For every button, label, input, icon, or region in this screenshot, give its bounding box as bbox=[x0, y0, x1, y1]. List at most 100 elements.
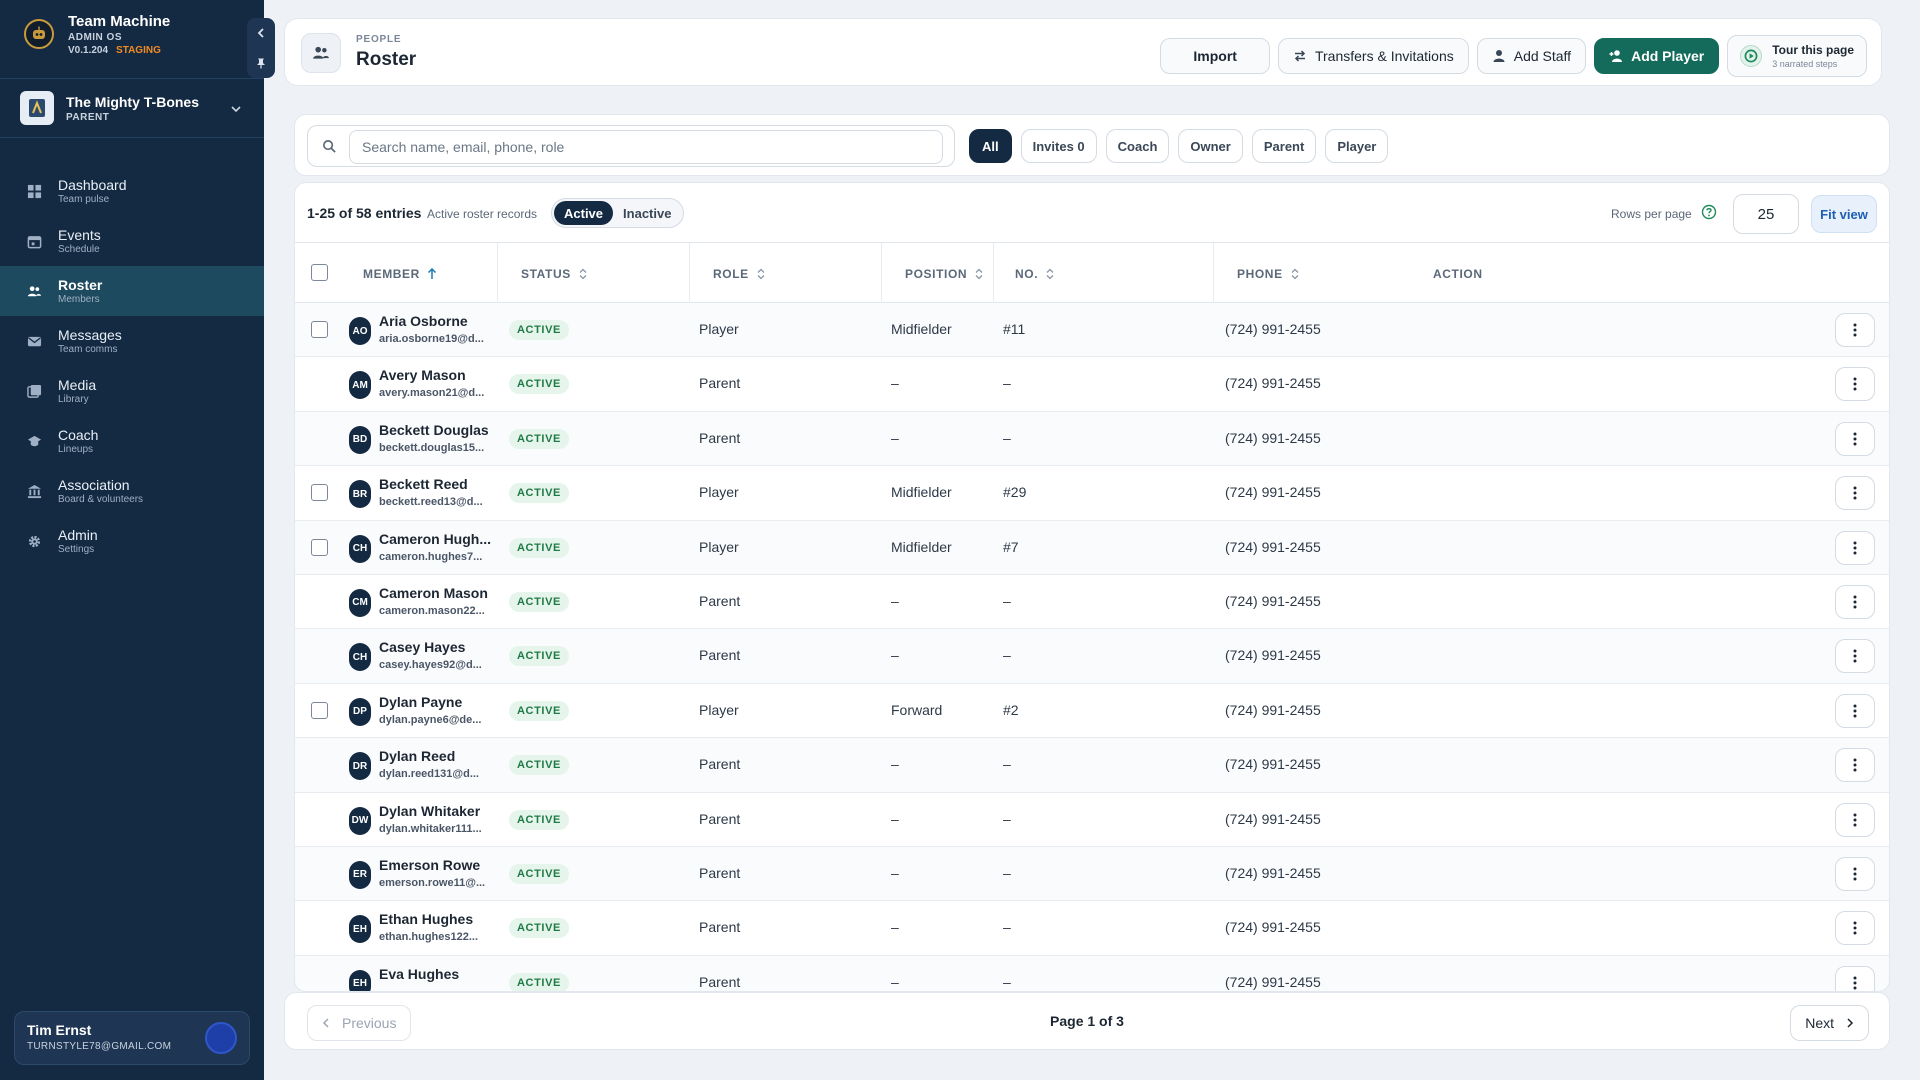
sidebar-item-dashboard[interactable]: Dashboard Team pulse bbox=[0, 166, 264, 216]
sidebar-item-association[interactable]: Association Board & volunteers bbox=[0, 466, 264, 516]
member-name[interactable]: Dylan Payne bbox=[379, 694, 462, 710]
member-name[interactable]: Beckett Douglas bbox=[379, 422, 489, 438]
table-row[interactable]: EH Ethan Hughes ethan.hughes122... ACTIVE Pa… bbox=[295, 901, 1889, 956]
table-row[interactable]: BD Beckett Douglas beckett.douglas15... ACT… bbox=[295, 411, 1889, 467]
row-actions-button[interactable] bbox=[1835, 584, 1875, 619]
toggle-inactive[interactable]: Inactive bbox=[613, 201, 681, 225]
table-row[interactable]: BR Beckett Reed beckett.reed13@d... ACTIVE P… bbox=[295, 466, 1889, 521]
table-row[interactable]: AM Avery Mason avery.mason21@d... ACTIVE Par… bbox=[295, 357, 1889, 412]
more-vertical-icon bbox=[1853, 867, 1857, 881]
filter-chip-player[interactable]: Player bbox=[1325, 129, 1389, 163]
table-row[interactable]: ER Emerson Rowe emerson.rowe11@... ACTIVE Pa… bbox=[295, 846, 1889, 902]
column-phone[interactable]: PHONE bbox=[1237, 267, 1300, 281]
phone-cell: (724) 991-2455 bbox=[1225, 538, 1321, 555]
filter-chip-coach[interactable]: Coach bbox=[1105, 129, 1170, 163]
transfers-invitations-button[interactable]: Transfers & Invitations bbox=[1277, 38, 1469, 74]
table-row[interactable]: CH Casey Hayes casey.hayes92@d... ACTIVE Par… bbox=[295, 629, 1889, 684]
row-actions-button[interactable] bbox=[1835, 530, 1875, 565]
tour-button[interactable]: Tour this page 3 narrated steps bbox=[1727, 35, 1867, 77]
table-row[interactable]: EH Eva Hughes ACTIVE Parent – – (724) 991-2455 bbox=[295, 955, 1889, 991]
member-name[interactable]: Dylan Whitaker bbox=[379, 803, 480, 819]
member-name[interactable]: Dylan Reed bbox=[379, 748, 455, 764]
select-all-checkbox[interactable] bbox=[311, 264, 328, 281]
row-actions-button[interactable] bbox=[1835, 693, 1875, 728]
row-actions-button[interactable] bbox=[1835, 367, 1875, 402]
row-actions-button[interactable] bbox=[1835, 748, 1875, 783]
chevron-left-icon[interactable] bbox=[255, 27, 267, 39]
avatar[interactable] bbox=[205, 1022, 237, 1054]
member-name[interactable]: Emerson Rowe bbox=[379, 857, 480, 873]
member-name[interactable]: Avery Mason bbox=[379, 367, 466, 383]
column-status[interactable]: STATUS bbox=[521, 267, 588, 281]
search-input[interactable] bbox=[349, 130, 943, 164]
sidebar-item-media[interactable]: Media Library bbox=[0, 366, 264, 416]
avatar: ER bbox=[349, 860, 371, 889]
table-row[interactable]: CM Cameron Mason cameron.mason22... ACTIVE P… bbox=[295, 575, 1889, 630]
person-icon bbox=[1493, 50, 1505, 62]
sidebar-item-sub: Members bbox=[58, 294, 100, 305]
member-name[interactable]: Cameron Mason bbox=[379, 585, 488, 601]
column-position[interactable]: POSITION bbox=[905, 267, 984, 281]
column-number[interactable]: NO. bbox=[1015, 267, 1055, 281]
table-row[interactable]: AO Aria Osborne aria.osborne19@d... ACTIVE P… bbox=[295, 303, 1889, 358]
toggle-active[interactable]: Active bbox=[554, 201, 614, 225]
filter-chip-invites[interactable]: Invites 0 bbox=[1020, 129, 1097, 163]
number-cell: #11 bbox=[1003, 321, 1026, 337]
sidebar-item-roster[interactable]: Roster Members bbox=[0, 266, 264, 316]
sidebar-item-messages[interactable]: Messages Team comms bbox=[0, 316, 264, 366]
table-row[interactable]: DW Dylan Whitaker dylan.whitaker111... ACTI… bbox=[295, 793, 1889, 847]
add-player-button[interactable]: Add Player bbox=[1594, 38, 1720, 74]
team-selector[interactable]: The Mighty T-Bones PARENT bbox=[0, 78, 264, 138]
add-staff-button[interactable]: Add Staff bbox=[1476, 38, 1587, 74]
row-actions-button[interactable] bbox=[1835, 476, 1875, 511]
position-cell: – bbox=[891, 756, 899, 773]
member-name[interactable]: Beckett Reed bbox=[379, 476, 468, 492]
sidebar-item-admin[interactable]: Admin Settings bbox=[0, 516, 264, 566]
column-divider bbox=[689, 243, 690, 303]
member-name[interactable]: Cameron Hugh... bbox=[379, 531, 491, 547]
role-cell: Player bbox=[699, 701, 739, 718]
column-member[interactable]: MEMBER bbox=[363, 267, 437, 281]
sidebar-toggle[interactable] bbox=[247, 18, 275, 78]
row-checkbox[interactable] bbox=[311, 538, 328, 556]
table-row[interactable]: DP Dylan Payne dylan.payne6@de... ACTIVE Pla… bbox=[295, 684, 1889, 739]
row-actions-button[interactable] bbox=[1835, 965, 1875, 991]
brand[interactable]: Team Machine ADMIN OS V0.1.204 STAGING bbox=[24, 10, 170, 58]
more-vertical-icon bbox=[1853, 323, 1857, 337]
row-actions-button[interactable] bbox=[1835, 911, 1875, 946]
table-row[interactable]: CH Cameron Hugh... cameron.hughes7... ACTIV… bbox=[295, 520, 1889, 575]
sidebar-item-coach[interactable]: Coach Lineups bbox=[0, 416, 264, 466]
row-actions-button[interactable] bbox=[1835, 856, 1875, 891]
sidebar-item-events[interactable]: Events Schedule bbox=[0, 216, 264, 266]
row-actions-button[interactable] bbox=[1835, 313, 1875, 347]
member-name[interactable]: Eva Hughes bbox=[379, 966, 459, 982]
add-player-label: Add Player bbox=[1631, 48, 1705, 64]
member-name[interactable]: Aria Osborne bbox=[379, 313, 468, 329]
row-actions-button[interactable] bbox=[1835, 802, 1875, 837]
filter-chip-all[interactable]: All bbox=[969, 129, 1012, 163]
filter-chip-owner[interactable]: Owner bbox=[1178, 129, 1243, 163]
avatar: CH bbox=[349, 534, 371, 563]
member-name[interactable]: Casey Hayes bbox=[379, 639, 465, 655]
more-vertical-icon bbox=[1853, 758, 1857, 772]
row-checkbox[interactable] bbox=[311, 321, 328, 338]
rows-per-page-input[interactable] bbox=[1733, 194, 1799, 234]
user-card[interactable]: Tim Ernst TURNSTYLE78@GMAIL.COM bbox=[14, 1011, 250, 1065]
pin-icon[interactable] bbox=[255, 57, 267, 69]
member-name[interactable]: Ethan Hughes bbox=[379, 911, 473, 927]
row-actions-button[interactable] bbox=[1835, 639, 1875, 674]
filter-chip-parent[interactable]: Parent bbox=[1251, 129, 1317, 163]
row-checkbox[interactable] bbox=[311, 484, 328, 502]
position-cell: – bbox=[891, 592, 899, 609]
import-button[interactable]: Import bbox=[1160, 38, 1270, 74]
help-icon[interactable] bbox=[1701, 204, 1717, 220]
column-role[interactable]: ROLE bbox=[713, 267, 766, 281]
column-divider bbox=[881, 243, 882, 303]
row-actions-button[interactable] bbox=[1835, 421, 1875, 456]
row-checkbox[interactable] bbox=[311, 701, 328, 719]
table-row[interactable]: DR Dylan Reed dylan.reed131@d... ACTIVE Pare… bbox=[295, 738, 1889, 793]
fit-view-button[interactable]: Fit view bbox=[1811, 195, 1877, 233]
tour-title: Tour this page bbox=[1772, 43, 1854, 57]
next-button[interactable]: Next bbox=[1790, 1005, 1869, 1041]
arrow-up-icon bbox=[427, 268, 436, 279]
